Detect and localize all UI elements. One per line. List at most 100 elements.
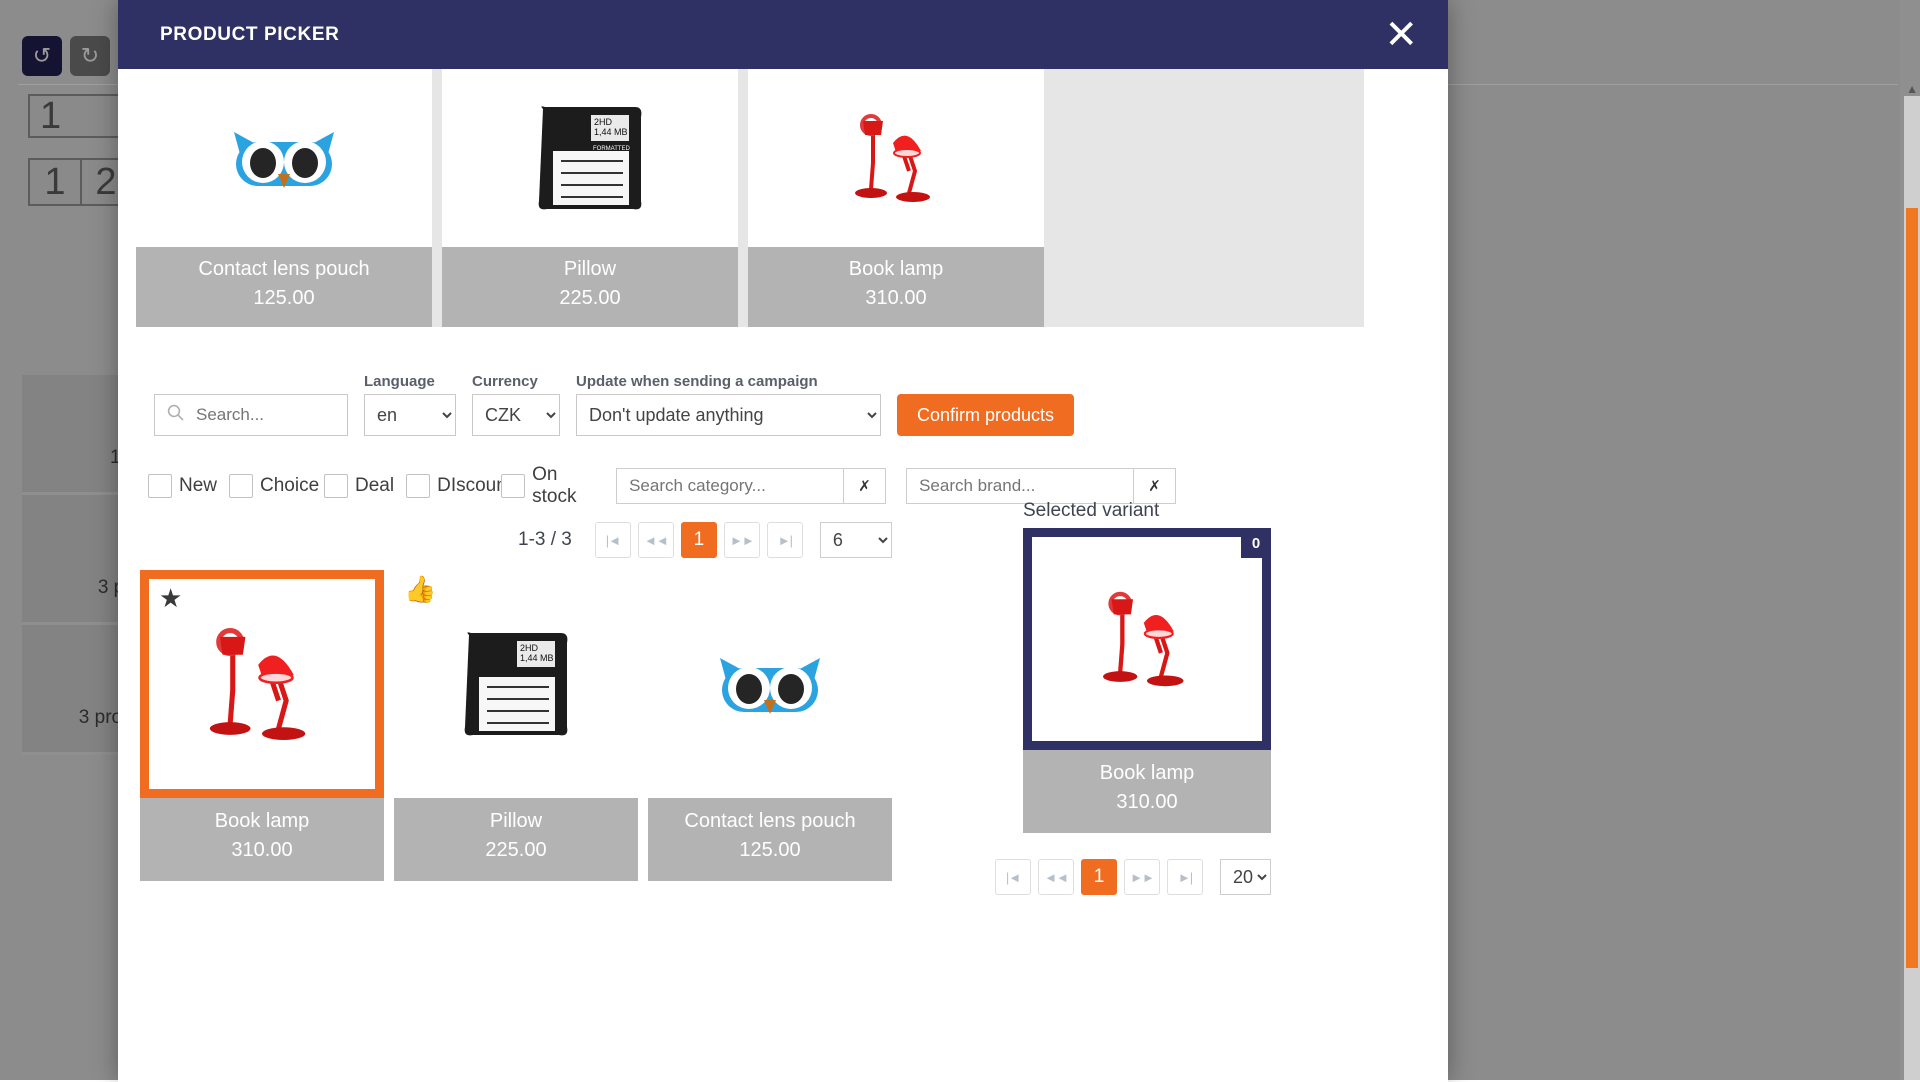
filter-label: DIscount bbox=[437, 475, 489, 497]
product-image bbox=[648, 570, 892, 798]
variant-page-size-select[interactable]: 20 bbox=[1220, 859, 1271, 895]
product-caption: Book lamp 310.00 bbox=[140, 798, 384, 881]
red-desk-lamp-icon bbox=[1088, 575, 1206, 703]
close-icon[interactable]: ✕ bbox=[1378, 15, 1424, 55]
update-select[interactable]: Don't update anything bbox=[576, 394, 881, 436]
prev-page-button[interactable]: ◄◄ bbox=[638, 522, 674, 558]
floppy-pillow-icon: 2HD 1,44 MB FORMATTED bbox=[531, 99, 649, 217]
currency-label: Currency bbox=[472, 373, 560, 390]
filter-deal[interactable]: Deal bbox=[324, 474, 394, 498]
product-card-contact-lens-pouch[interactable]: Contact lens pouch 125.00 bbox=[648, 570, 892, 881]
page-scrollbar[interactable] bbox=[1904, 96, 1920, 1080]
category-search[interactable]: ✗ bbox=[616, 468, 886, 504]
checkbox-discount[interactable] bbox=[406, 474, 430, 498]
variant-count-badge: 0 bbox=[1241, 528, 1271, 558]
product-image bbox=[136, 69, 432, 247]
product-price: 310.00 bbox=[1027, 788, 1267, 817]
preview-caption: Book lamp 310.00 bbox=[748, 247, 1044, 327]
picker-toolbar: Language en Currency CZK Update when sen… bbox=[118, 327, 1448, 436]
product-picker-modal: PRODUCT PICKER ✕ Contact lens pouch 1 bbox=[118, 0, 1448, 1082]
background-cell-row: 1 2 bbox=[28, 158, 132, 206]
variant-next-page-button[interactable]: ►► bbox=[1124, 859, 1160, 895]
filter-row: New Choice Deal DIscount On stock ✗ ✗ bbox=[118, 436, 1448, 508]
language-select[interactable]: en bbox=[364, 394, 456, 436]
variant-pager: |◄ ◄◄ 1 ►► ►| 20 bbox=[1023, 859, 1271, 895]
search-box[interactable] bbox=[154, 394, 348, 436]
checkbox-on-stock[interactable] bbox=[501, 474, 525, 498]
checkbox-deal[interactable] bbox=[324, 474, 348, 498]
search-input[interactable] bbox=[194, 404, 334, 426]
filter-choice[interactable]: Choice bbox=[229, 474, 312, 498]
chevron-up-icon[interactable]: ▲ bbox=[1906, 82, 1918, 96]
variant-first-page-button[interactable]: |◄ bbox=[995, 859, 1031, 895]
next-page-button[interactable]: ►► bbox=[724, 522, 760, 558]
preview-card[interactable]: Contact lens pouch 125.00 bbox=[136, 69, 432, 327]
svg-text:FORMATTED: FORMATTED bbox=[593, 146, 631, 152]
filter-label: Choice bbox=[260, 475, 312, 497]
brand-input[interactable] bbox=[906, 468, 1134, 504]
search-field-group bbox=[154, 394, 348, 436]
svg-text:2HD: 2HD bbox=[594, 117, 613, 127]
red-desk-lamp-icon bbox=[192, 609, 332, 759]
variant-caption: Book lamp 310.00 bbox=[1023, 750, 1271, 833]
category-input[interactable] bbox=[616, 468, 844, 504]
preview-caption: Pillow 225.00 bbox=[442, 247, 738, 327]
owl-lens-case-icon bbox=[230, 118, 338, 198]
confirm-products-button[interactable]: Confirm products bbox=[897, 394, 1074, 436]
scrollbar-thumb[interactable] bbox=[1906, 208, 1918, 968]
product-image: 2HD 1,44 MB FORMATTED bbox=[442, 69, 738, 247]
svg-text:2HD: 2HD bbox=[520, 643, 539, 653]
product-name: Pillow bbox=[398, 807, 634, 836]
red-desk-lamp-icon bbox=[841, 103, 951, 213]
filter-discount[interactable]: DIscount bbox=[406, 474, 489, 498]
checkbox-new[interactable] bbox=[148, 474, 172, 498]
filter-on-stock[interactable]: On stock bbox=[501, 464, 584, 508]
page-button-1[interactable]: 1 bbox=[681, 522, 717, 558]
modal-header: PRODUCT PICKER ✕ bbox=[118, 0, 1448, 69]
first-page-button[interactable]: |◄ bbox=[595, 522, 631, 558]
result-count: 1-3 / 3 bbox=[518, 529, 572, 551]
svg-text:1,44 MB: 1,44 MB bbox=[594, 127, 628, 137]
variant-card[interactable]: 0 Book lamp 310.00 bbox=[1023, 528, 1271, 833]
page-size-select[interactable]: 6 bbox=[820, 522, 892, 558]
product-image bbox=[748, 69, 1044, 247]
filter-new[interactable]: New bbox=[148, 474, 217, 498]
last-page-button[interactable]: ►| bbox=[767, 522, 803, 558]
thumbs-up-icon: 👍 bbox=[404, 576, 436, 602]
variant-page-button-1[interactable]: 1 bbox=[1081, 859, 1117, 895]
selected-variant-label: Selected variant bbox=[1023, 500, 1271, 522]
background-cell: 1 bbox=[28, 158, 80, 206]
update-label: Update when sending a campaign bbox=[576, 373, 881, 390]
product-card-pillow[interactable]: 👍 2HD 1,44 MB Pillow bbox=[394, 570, 638, 881]
update-field-group: Update when sending a campaign Don't upd… bbox=[576, 373, 881, 436]
variant-prev-page-button[interactable]: ◄◄ bbox=[1038, 859, 1074, 895]
preview-card[interactable]: Book lamp 310.00 bbox=[748, 69, 1044, 327]
product-price: 125.00 bbox=[140, 284, 428, 313]
preview-card[interactable]: 2HD 1,44 MB FORMATTED Pillow 225.00 bbox=[442, 69, 738, 327]
currency-field-group: Currency CZK bbox=[472, 373, 560, 436]
variant-last-page-button[interactable]: ►| bbox=[1167, 859, 1203, 895]
undo-icon[interactable]: ↺ bbox=[22, 36, 62, 76]
product-name: Book lamp bbox=[752, 255, 1040, 284]
chevron-down-icon[interactable]: ✗ bbox=[1134, 468, 1176, 504]
preview-caption: Contact lens pouch 125.00 bbox=[136, 247, 432, 327]
product-price: 310.00 bbox=[144, 836, 380, 865]
filter-label: On stock bbox=[532, 464, 584, 508]
brand-search[interactable]: ✗ bbox=[906, 468, 1176, 504]
owl-lens-case-icon bbox=[716, 644, 824, 724]
redo-icon[interactable]: ↻ bbox=[70, 36, 110, 76]
svg-text:1,44 MB: 1,44 MB bbox=[520, 653, 554, 663]
product-card-book-lamp[interactable]: ★ Book la bbox=[140, 570, 384, 881]
product-price: 310.00 bbox=[752, 284, 1040, 313]
product-caption: Contact lens pouch 125.00 bbox=[648, 798, 892, 881]
product-name: Book lamp bbox=[1027, 759, 1267, 788]
chevron-down-icon[interactable]: ✗ bbox=[844, 468, 886, 504]
product-price: 225.00 bbox=[398, 836, 634, 865]
language-field-group: Language en bbox=[364, 373, 456, 436]
page-title: PRODUCT PICKER bbox=[160, 24, 339, 46]
currency-select[interactable]: CZK bbox=[472, 394, 560, 436]
product-price: 225.00 bbox=[446, 284, 734, 313]
selected-products-preview: Contact lens pouch 125.00 2HD 1,44 MB FO… bbox=[136, 69, 1364, 327]
checkbox-choice[interactable] bbox=[229, 474, 253, 498]
product-price: 125.00 bbox=[652, 836, 888, 865]
